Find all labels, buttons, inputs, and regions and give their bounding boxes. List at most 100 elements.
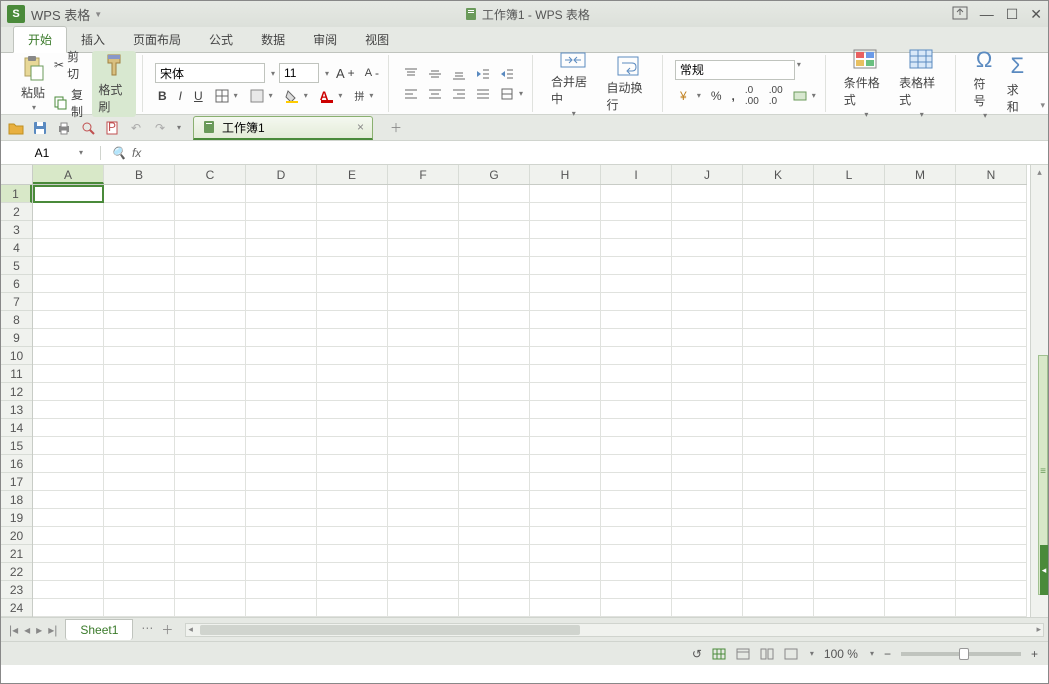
cell[interactable] xyxy=(388,203,459,221)
cell[interactable] xyxy=(672,581,743,599)
cell[interactable] xyxy=(814,347,885,365)
cell[interactable] xyxy=(743,311,814,329)
cell[interactable] xyxy=(814,185,885,203)
cell[interactable] xyxy=(33,257,104,275)
cell[interactable] xyxy=(317,221,388,239)
cell[interactable] xyxy=(601,491,672,509)
cell[interactable] xyxy=(104,329,175,347)
cell[interactable] xyxy=(104,473,175,491)
cell[interactable] xyxy=(885,545,956,563)
cell[interactable] xyxy=(317,491,388,509)
chevron-down-icon[interactable]: ▾ xyxy=(271,69,275,78)
minimize-button[interactable]: — xyxy=(980,6,994,23)
increase-indent-button[interactable] xyxy=(497,66,517,82)
cell[interactable] xyxy=(885,509,956,527)
cell[interactable] xyxy=(388,185,459,203)
align-middle-button[interactable] xyxy=(425,66,445,82)
cell[interactable] xyxy=(814,527,885,545)
cell[interactable] xyxy=(814,329,885,347)
cell[interactable] xyxy=(601,311,672,329)
cell[interactable] xyxy=(33,563,104,581)
cell[interactable] xyxy=(175,437,246,455)
cell[interactable] xyxy=(814,437,885,455)
align-right-button[interactable] xyxy=(449,86,469,102)
cell[interactable] xyxy=(672,185,743,203)
cell[interactable] xyxy=(246,401,317,419)
cell[interactable] xyxy=(814,383,885,401)
cell[interactable] xyxy=(743,275,814,293)
cell[interactable] xyxy=(246,455,317,473)
cell[interactable] xyxy=(246,599,317,617)
cell[interactable] xyxy=(459,563,530,581)
column-header[interactable]: F xyxy=(388,165,459,184)
cell[interactable] xyxy=(246,347,317,365)
view-reading-icon[interactable] xyxy=(784,648,798,660)
pdf-icon[interactable]: P xyxy=(103,119,121,137)
column-header[interactable]: E xyxy=(317,165,388,184)
cell[interactable] xyxy=(175,527,246,545)
cell[interactable] xyxy=(743,329,814,347)
cell[interactable] xyxy=(885,383,956,401)
border-button[interactable]: ▾ xyxy=(212,88,241,104)
cell[interactable] xyxy=(459,455,530,473)
cell[interactable] xyxy=(317,185,388,203)
cell[interactable] xyxy=(672,293,743,311)
cell[interactable] xyxy=(459,509,530,527)
cell[interactable] xyxy=(459,383,530,401)
cell[interactable] xyxy=(317,599,388,617)
tab-data[interactable]: 数据 xyxy=(247,27,299,52)
history-icon[interactable]: ↺ xyxy=(692,647,702,661)
cell[interactable] xyxy=(672,437,743,455)
cell[interactable] xyxy=(672,473,743,491)
tab-layout[interactable]: 页面布局 xyxy=(119,27,195,52)
column-header[interactable]: A xyxy=(33,165,104,184)
cell[interactable] xyxy=(814,545,885,563)
row-header[interactable]: 6 xyxy=(1,275,32,293)
row-header[interactable]: 4 xyxy=(1,239,32,257)
cell[interactable] xyxy=(530,329,601,347)
last-sheet-icon[interactable]: ▸| xyxy=(46,623,59,637)
cell[interactable] xyxy=(459,293,530,311)
cell[interactable] xyxy=(175,239,246,257)
row-header[interactable]: 7 xyxy=(1,293,32,311)
cell[interactable] xyxy=(317,347,388,365)
cell[interactable] xyxy=(530,365,601,383)
save-icon[interactable] xyxy=(31,119,49,137)
cell[interactable] xyxy=(33,383,104,401)
row-header[interactable]: 12 xyxy=(1,383,32,401)
cell[interactable] xyxy=(388,401,459,419)
cell[interactable] xyxy=(246,311,317,329)
orientation-button[interactable]: ▾ xyxy=(497,86,526,102)
cell[interactable] xyxy=(530,239,601,257)
select-all-corner[interactable] xyxy=(1,165,33,185)
cell[interactable] xyxy=(388,221,459,239)
cell[interactable] xyxy=(743,365,814,383)
cell[interactable] xyxy=(885,347,956,365)
cell[interactable] xyxy=(956,599,1027,617)
cell[interactable] xyxy=(459,419,530,437)
cell[interactable] xyxy=(388,419,459,437)
cell[interactable] xyxy=(956,455,1027,473)
cell[interactable] xyxy=(104,275,175,293)
row-header[interactable]: 17 xyxy=(1,473,32,491)
cell[interactable] xyxy=(104,311,175,329)
column-header[interactable]: K xyxy=(743,165,814,184)
cell[interactable] xyxy=(672,401,743,419)
font-family-select[interactable] xyxy=(155,63,265,83)
cell[interactable] xyxy=(175,365,246,383)
cell[interactable] xyxy=(33,347,104,365)
tab-review[interactable]: 审阅 xyxy=(299,27,351,52)
row-header[interactable]: 5 xyxy=(1,257,32,275)
cell[interactable] xyxy=(388,293,459,311)
cell[interactable] xyxy=(104,203,175,221)
row-header[interactable]: 2 xyxy=(1,203,32,221)
currency-button[interactable]: ¥▾ xyxy=(675,84,704,108)
cell[interactable] xyxy=(388,491,459,509)
column-header[interactable]: J xyxy=(672,165,743,184)
conditional-format-button[interactable]: 条件格式▾ xyxy=(838,46,893,121)
cell[interactable] xyxy=(814,419,885,437)
cell[interactable] xyxy=(246,203,317,221)
cell[interactable] xyxy=(246,527,317,545)
cell[interactable] xyxy=(530,293,601,311)
cell[interactable] xyxy=(104,239,175,257)
